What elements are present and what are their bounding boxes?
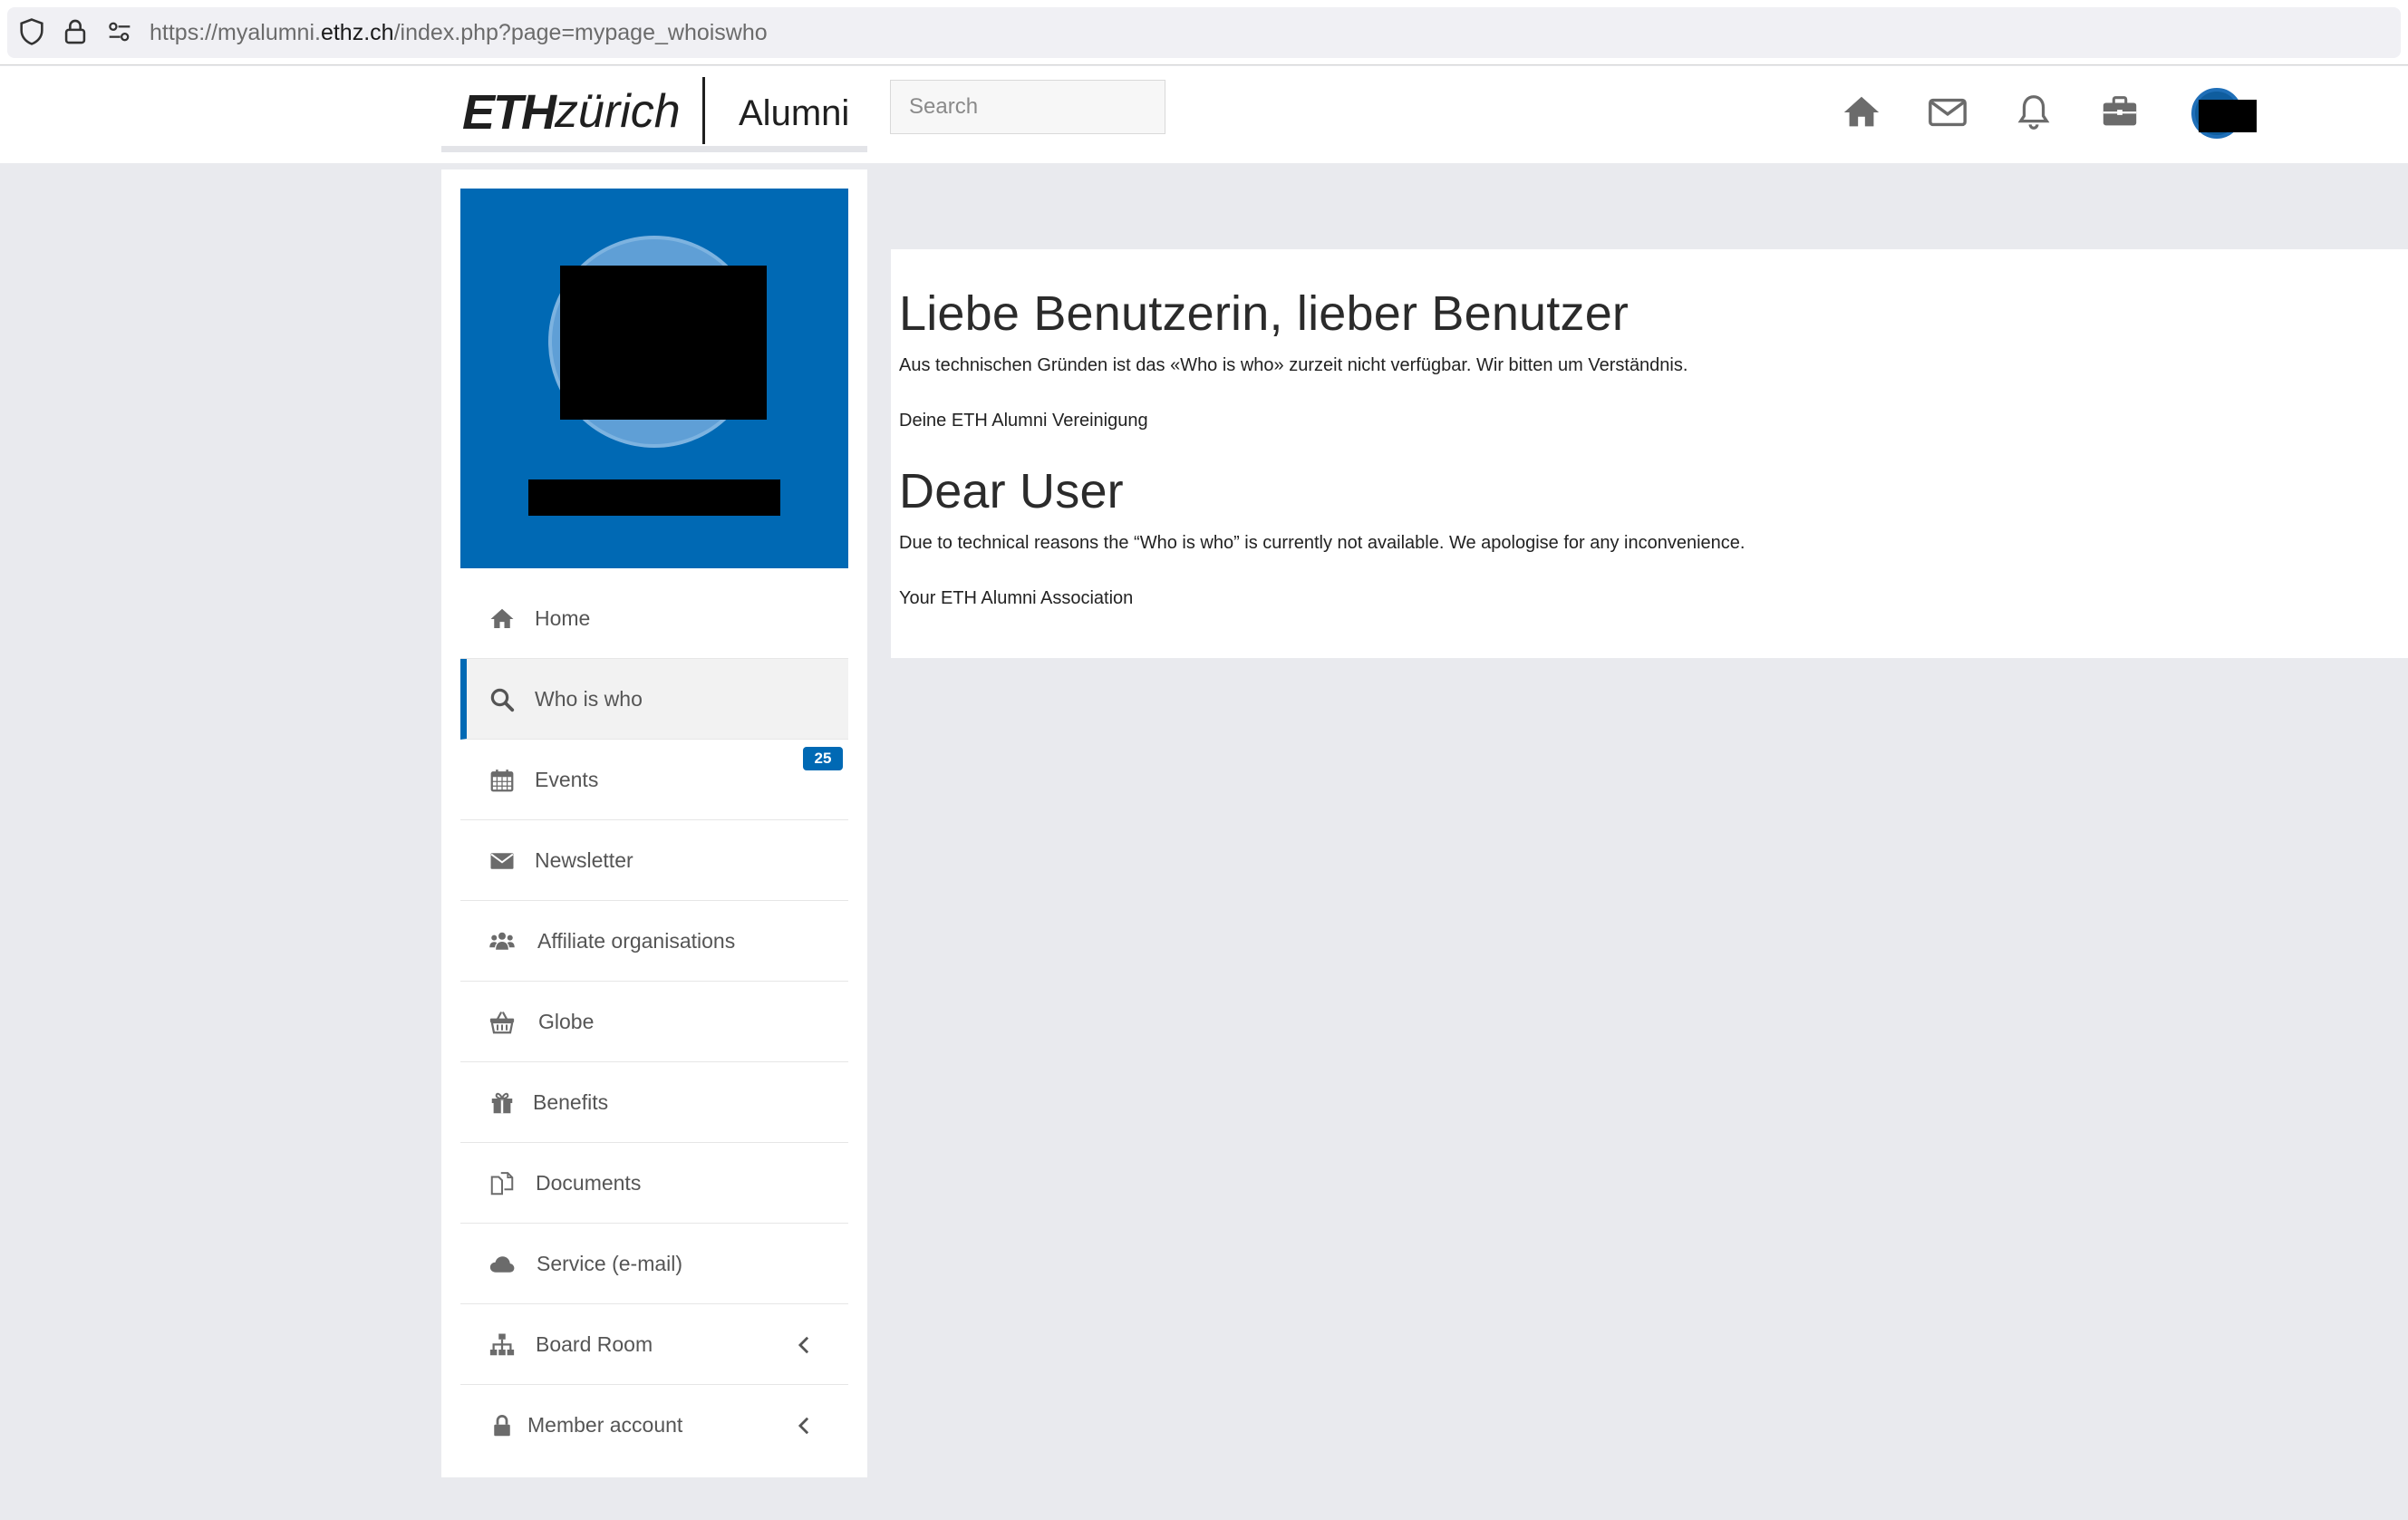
sidebar-item-label: Newsletter: [535, 848, 633, 872]
sidebar-item-label: Home: [535, 606, 591, 630]
lock-icon[interactable]: [60, 16, 91, 47]
sidebar-item-label: Benefits: [533, 1090, 609, 1114]
profile-photo-redaction: [560, 266, 767, 420]
sidebar-nav: Home Who is who Events Newsletter Affili…: [460, 578, 848, 1466]
url-text[interactable]: https://myalumni.ethz.ch/index.php?page=…: [150, 16, 768, 49]
german-message: Aus technischen Gründen ist das «Who is …: [899, 355, 1688, 375]
search-input[interactable]: [890, 80, 1165, 134]
sidebar-item-service-email[interactable]: Service (e-mail): [460, 1224, 848, 1304]
sidebar-item-globe[interactable]: Globe: [460, 982, 848, 1062]
logo-eth-text: ETH: [462, 85, 556, 140]
eth-alumni-logo[interactable]: ETH zürich Alumni: [441, 66, 867, 150]
lock-icon: [494, 1415, 510, 1437]
main-content: Liebe Benutzerin, lieber Benutzer Aus te…: [891, 249, 2408, 658]
logo-underline: [441, 146, 867, 152]
profile-name-redaction: [528, 479, 780, 516]
sidebar-item-label: Member account: [527, 1413, 683, 1437]
url-host: ethz.ch: [320, 20, 394, 45]
german-signature: Deine ETH Alumni Vereinigung: [899, 411, 1148, 431]
bell-icon[interactable]: [2013, 92, 2055, 133]
sidebar-item-board-room[interactable]: Board Room: [460, 1304, 848, 1385]
site-header: ETH zürich Alumni: [0, 66, 2408, 163]
sidebar-item-label: Service (e-mail): [537, 1252, 683, 1275]
logo-zurich-text: zürich: [555, 85, 681, 138]
search-icon: [490, 688, 515, 712]
url-path: /index.php?page=mypage_whoiswho: [393, 20, 768, 45]
sidebar-item-affiliate-organisations[interactable]: Affiliate organisations: [460, 901, 848, 982]
basket-icon: [489, 1012, 515, 1034]
sidebar-item-home[interactable]: Home: [460, 578, 848, 659]
briefcase-icon[interactable]: [2099, 92, 2141, 133]
sidebar-item-label: Documents: [536, 1171, 642, 1195]
sitemap-icon: [489, 1333, 515, 1356]
sidebar-item-events[interactable]: Events: [460, 740, 848, 820]
shield-icon[interactable]: [16, 16, 47, 47]
sidebar-item-benefits[interactable]: Benefits: [460, 1062, 848, 1143]
profile-card: [460, 189, 848, 568]
sidebar-item-member-account[interactable]: Member account: [460, 1385, 848, 1466]
sidebar-item-label: Who is who: [535, 687, 643, 711]
english-message: Due to technical reasons the “Who is who…: [899, 533, 1746, 553]
sidebar-item-label: Board Room: [536, 1332, 653, 1356]
home-icon[interactable]: [1841, 92, 1882, 133]
cloud-icon: [489, 1256, 515, 1273]
sidebar-item-who-is-who[interactable]: Who is who: [460, 659, 848, 740]
avatar-redaction: [2199, 100, 2257, 132]
permissions-icon[interactable]: [104, 16, 135, 47]
english-heading: Dear User: [899, 464, 1124, 518]
english-signature: Your ETH Alumni Association: [899, 588, 1134, 608]
home-icon: [490, 608, 514, 628]
sidebar: Home Who is who Events Newsletter Affili…: [441, 169, 867, 1477]
envelope-icon: [490, 853, 514, 869]
sidebar-item-label: Affiliate organisations: [537, 929, 736, 953]
logo-divider: [702, 77, 705, 144]
mail-icon[interactable]: [1927, 92, 1968, 133]
sidebar-item-label: Events: [535, 768, 599, 791]
documents-icon: [490, 1172, 514, 1196]
browser-toolbar: https://myalumni.ethz.ch/index.php?page=…: [0, 0, 2408, 65]
gift-icon: [491, 1092, 513, 1114]
logo-alumni-text: Alumni: [739, 93, 850, 133]
german-heading: Liebe Benutzerin, lieber Benutzer: [899, 286, 1630, 341]
chevron-left-icon[interactable]: [796, 1335, 812, 1355]
users-icon: [489, 932, 515, 950]
sidebar-item-documents[interactable]: Documents: [460, 1143, 848, 1224]
sidebar-item-newsletter[interactable]: Newsletter: [460, 820, 848, 901]
url-prefix: https://myalumni.: [150, 20, 321, 45]
chevron-left-icon[interactable]: [796, 1416, 812, 1436]
sidebar-item-label: Globe: [538, 1010, 595, 1033]
events-count-badge: 25: [803, 747, 843, 770]
calendar-icon: [490, 770, 514, 792]
